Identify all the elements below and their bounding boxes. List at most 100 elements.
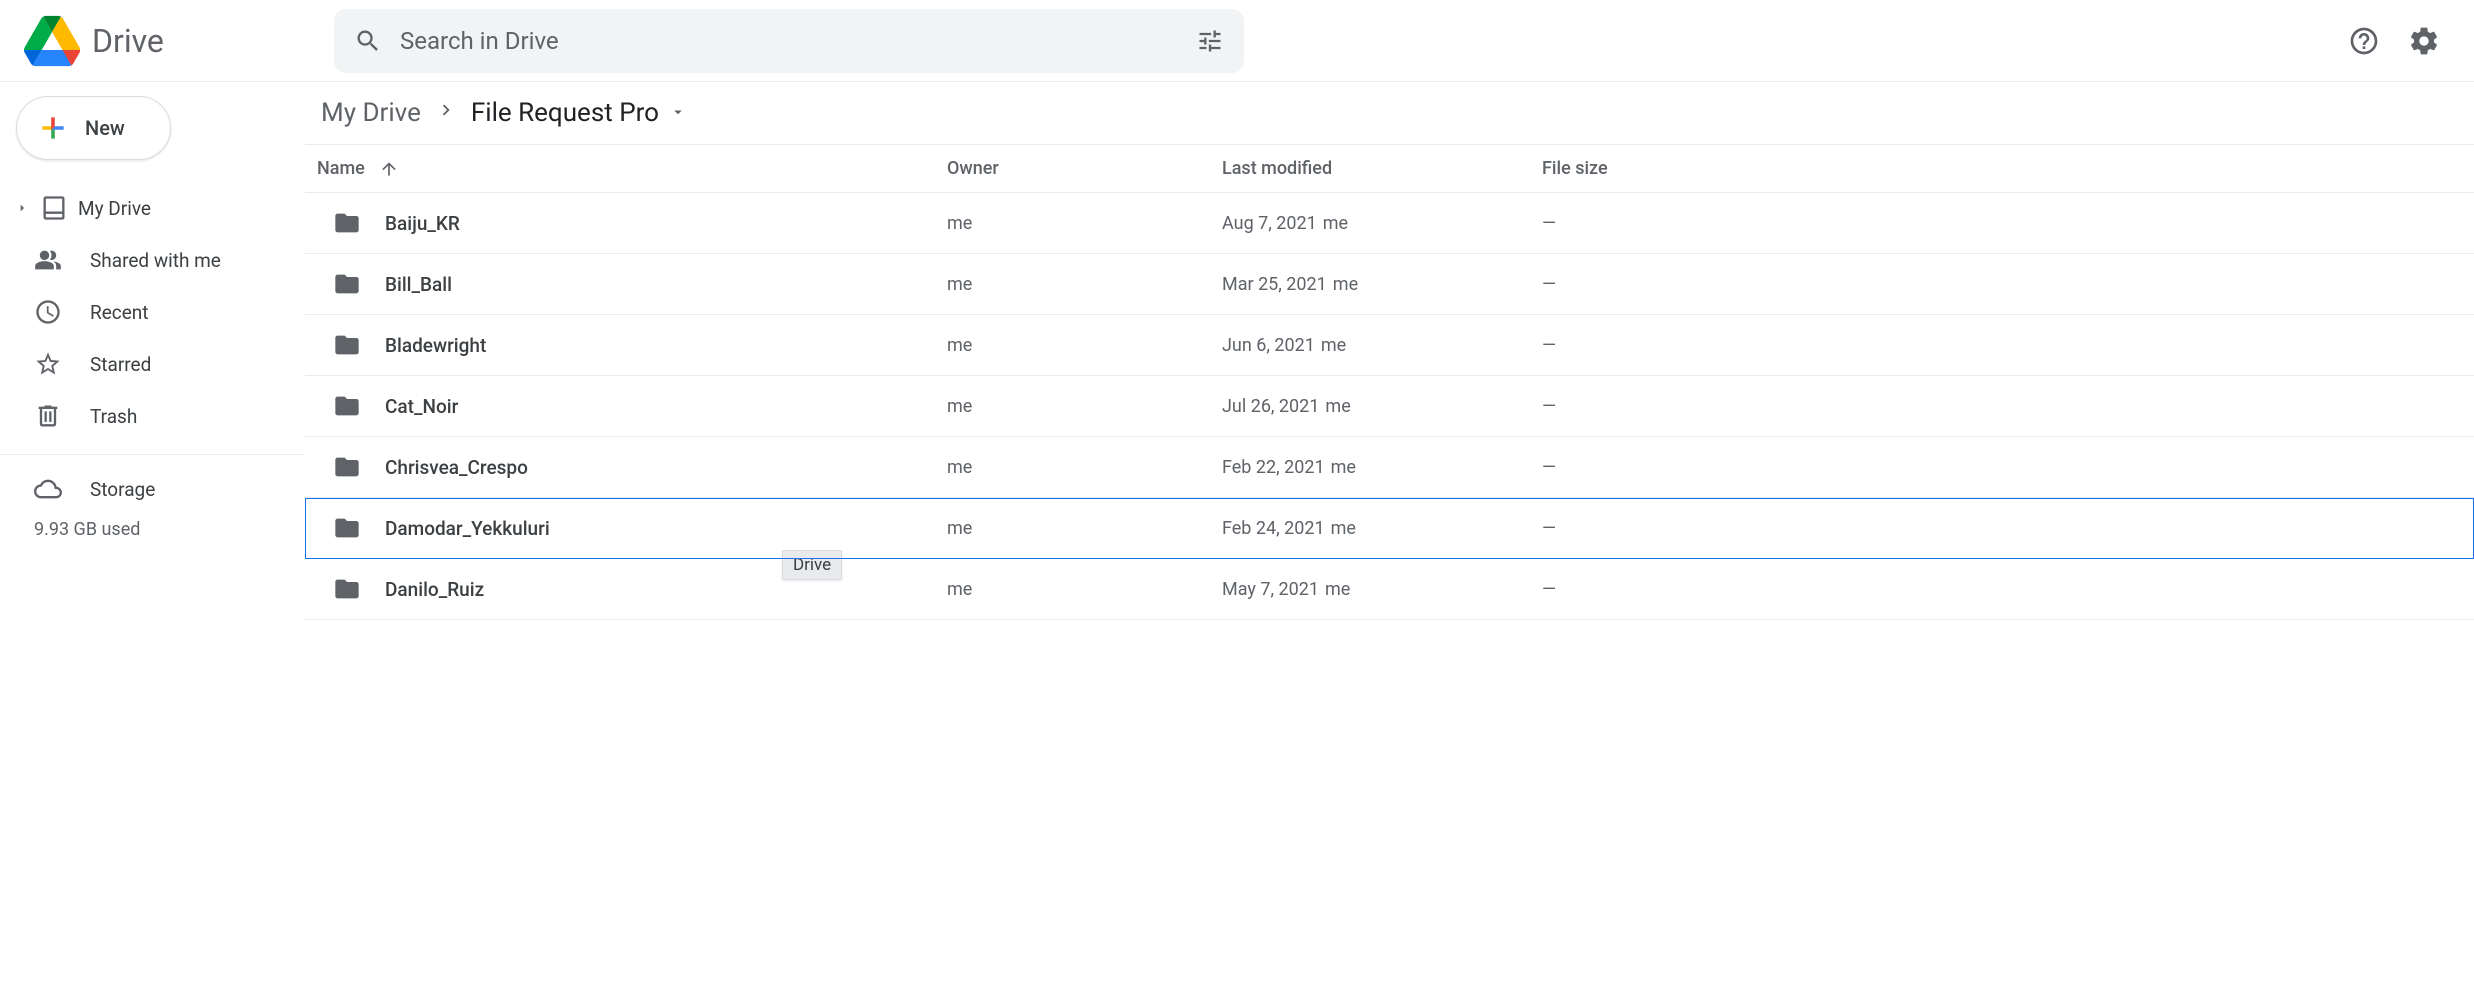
cell-owner: me — [947, 213, 1222, 234]
sidebar-item-starred[interactable]: Starred — [0, 338, 305, 390]
cell-name: Damodar_Yekkuluri — [317, 514, 947, 542]
drive-logo-icon — [24, 13, 80, 69]
cell-name: Bill_Ball — [317, 270, 947, 298]
nav-list: My Drive Shared with me Recent Starred T… — [0, 178, 305, 446]
cell-owner: me — [947, 274, 1222, 295]
file-name: Bill_Ball — [385, 273, 452, 296]
cell-owner: me — [947, 396, 1222, 417]
table-row[interactable]: Baiju_KR me Aug 7, 2021me — — [305, 193, 2474, 254]
file-table: Name Owner Last modified File size Baiju… — [305, 144, 2474, 620]
sidebar-divider — [0, 454, 305, 455]
folder-icon — [333, 575, 361, 603]
help-icon[interactable] — [2348, 25, 2380, 57]
breadcrumb-current-label: File Request Pro — [471, 98, 659, 128]
column-name[interactable]: Name — [317, 158, 947, 179]
file-name: Damodar_Yekkuluri — [385, 517, 550, 540]
cell-modified: Feb 24, 2021me — [1222, 518, 1542, 539]
search-bar[interactable] — [334, 9, 1244, 73]
breadcrumb-root[interactable]: My Drive — [321, 98, 421, 128]
sidebar-item-trash[interactable]: Trash — [0, 390, 305, 442]
cell-size: — — [1542, 457, 2474, 478]
logo-block[interactable]: Drive — [24, 13, 334, 69]
cell-size: — — [1542, 213, 2474, 234]
sidebar-item-label: Recent — [90, 301, 149, 324]
chevron-right-icon — [435, 98, 457, 128]
cell-modified: May 7, 2021me — [1222, 579, 1542, 600]
sidebar-item-label: My Drive — [78, 197, 151, 220]
cell-owner: me — [947, 579, 1222, 600]
cloud-icon — [34, 475, 62, 503]
cell-owner: me — [947, 335, 1222, 356]
sidebar-item-shared[interactable]: Shared with me — [0, 234, 305, 286]
column-name-label: Name — [317, 158, 365, 179]
folder-icon — [333, 331, 361, 359]
caret-down-icon — [669, 98, 687, 128]
storage-used: 9.93 GB used — [34, 519, 305, 540]
recent-icon — [34, 298, 62, 326]
cell-size: — — [1542, 335, 2474, 356]
table-header: Name Owner Last modified File size — [305, 145, 2474, 193]
header-actions — [2348, 25, 2450, 57]
table-row[interactable]: Cat_Noir me Jul 26, 2021me — — [305, 376, 2474, 437]
column-modified[interactable]: Last modified — [1222, 158, 1542, 179]
new-button-label: New — [85, 116, 125, 140]
cell-size: — — [1542, 579, 2474, 600]
cell-modified: Jul 26, 2021me — [1222, 396, 1542, 417]
cell-modified: Jun 6, 2021me — [1222, 335, 1542, 356]
storage-label: Storage — [90, 478, 155, 501]
cell-size: — — [1542, 396, 2474, 417]
table-row[interactable]: Chrisvea_Crespo me Feb 22, 2021me — — [305, 437, 2474, 498]
search-icon — [354, 27, 382, 55]
storage-block: Storage 9.93 GB used — [0, 463, 305, 540]
shared-icon — [34, 246, 62, 274]
table-row[interactable]: Bladewright me Jun 6, 2021me — — [305, 315, 2474, 376]
column-owner[interactable]: Owner — [947, 158, 1222, 179]
sidebar-item-label: Shared with me — [90, 249, 221, 272]
folder-icon — [333, 392, 361, 420]
cell-modified: Feb 22, 2021me — [1222, 457, 1542, 478]
sort-arrow-up-icon — [379, 159, 399, 179]
cell-name: Baiju_KR — [317, 209, 947, 237]
cell-name: Danilo_Ruiz — [317, 575, 947, 603]
new-button[interactable]: New — [16, 96, 171, 160]
plus-icon — [37, 112, 69, 144]
file-name: Danilo_Ruiz — [385, 578, 484, 601]
folder-icon — [333, 514, 361, 542]
cell-modified: Mar 25, 2021me — [1222, 274, 1542, 295]
sidebar-item-label: Trash — [90, 405, 137, 428]
cell-name: Bladewright — [317, 331, 947, 359]
chevron-right-icon — [14, 200, 30, 216]
table-row[interactable]: Damodar_Yekkuluri me Feb 24, 2021me — — [305, 498, 2474, 559]
cell-owner: me — [947, 518, 1222, 539]
sidebar: New My Drive Shared with me Recent Starr… — [0, 82, 305, 1000]
sidebar-item-recent[interactable]: Recent — [0, 286, 305, 338]
file-name: Baiju_KR — [385, 212, 460, 235]
app-name: Drive — [92, 22, 164, 60]
table-row[interactable]: Danilo_Ruiz me May 7, 2021me — — [305, 559, 2474, 620]
content-area: My Drive File Request Pro Name Owner Las… — [305, 82, 2474, 1000]
trash-icon — [34, 402, 62, 430]
search-options-icon[interactable] — [1196, 27, 1224, 55]
folder-icon — [333, 209, 361, 237]
file-name: Chrisvea_Crespo — [385, 456, 528, 479]
breadcrumb-current[interactable]: File Request Pro — [471, 98, 687, 128]
star-icon — [34, 350, 62, 378]
cell-name: Cat_Noir — [317, 392, 947, 420]
settings-icon[interactable] — [2408, 25, 2440, 57]
folder-icon — [333, 453, 361, 481]
sidebar-item-label: Starred — [90, 353, 151, 376]
sidebar-item-my-drive[interactable]: My Drive — [0, 182, 305, 234]
file-name: Bladewright — [385, 334, 486, 357]
file-name: Cat_Noir — [385, 395, 458, 418]
sidebar-item-storage[interactable]: Storage — [34, 463, 305, 515]
breadcrumb: My Drive File Request Pro — [305, 82, 2474, 144]
cell-modified: Aug 7, 2021me — [1222, 213, 1542, 234]
cell-size: — — [1542, 518, 2474, 539]
cell-owner: me — [947, 457, 1222, 478]
table-row[interactable]: Bill_Ball me Mar 25, 2021me — — [305, 254, 2474, 315]
app-header: Drive — [0, 0, 2474, 82]
column-size[interactable]: File size — [1542, 158, 2474, 179]
my-drive-icon — [40, 194, 68, 222]
cell-size: — — [1542, 274, 2474, 295]
search-input[interactable] — [400, 27, 1196, 55]
